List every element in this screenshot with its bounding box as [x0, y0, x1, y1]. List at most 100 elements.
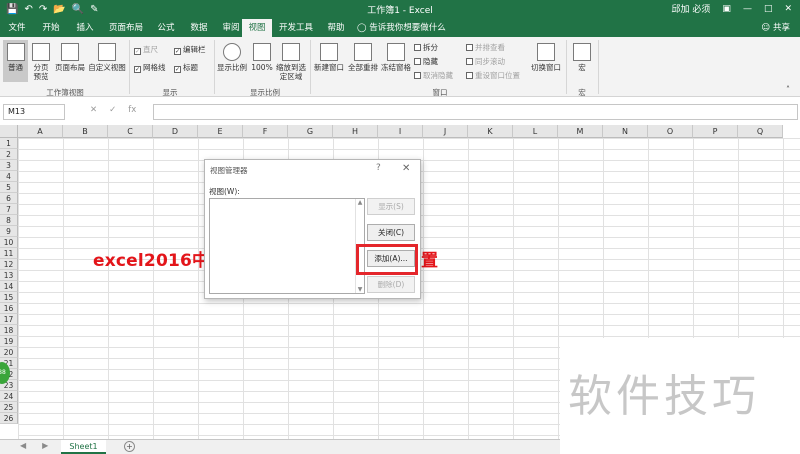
formula-input[interactable] — [153, 104, 798, 120]
enter-icon[interactable]: ✓ — [109, 105, 116, 115]
sheet-tab-sheet1[interactable]: Sheet1 — [61, 440, 106, 454]
unhide-button[interactable]: 取消隐藏 — [414, 71, 453, 80]
share-button[interactable]: ☺ 共享 — [761, 19, 790, 37]
cancel-icon[interactable]: ✕ — [90, 105, 97, 115]
column-header[interactable]: D — [153, 125, 198, 138]
column-header[interactable]: N — [603, 125, 648, 138]
row-header[interactable]: 16 — [0, 303, 18, 314]
row-header[interactable]: 11 — [0, 248, 18, 259]
collapse-ribbon-icon[interactable]: ˄ — [786, 85, 790, 94]
zoom-button[interactable]: 显示比例 — [217, 43, 247, 72]
row-header[interactable]: 19 — [0, 336, 18, 347]
row-header[interactable]: 25 — [0, 402, 18, 413]
row-header[interactable]: 15 — [0, 292, 18, 303]
row-header[interactable]: 6 — [0, 193, 18, 204]
insert-function-icon[interactable]: fx — [128, 105, 136, 115]
column-header[interactable]: K — [468, 125, 513, 138]
formula-bar-checkbox[interactable]: ✓ 编辑栏 — [174, 45, 206, 55]
column-header[interactable]: I — [378, 125, 423, 138]
headings-checkbox[interactable]: ✓ 标题 — [174, 63, 198, 73]
zoom-100-button[interactable]: 100% — [251, 43, 273, 72]
prev-sheet-icon[interactable]: ◀ — [20, 441, 26, 450]
tab-data[interactable]: 数据 — [184, 19, 214, 37]
column-header[interactable]: F — [243, 125, 288, 138]
zoom-selection-label: 缩放到选定区域 — [276, 63, 306, 81]
tab-view[interactable]: 视图 — [242, 19, 272, 37]
macros-icon — [573, 43, 591, 61]
freeze-panes-button[interactable]: 冻结窗格 — [380, 43, 412, 72]
column-header[interactable]: E — [198, 125, 243, 138]
tell-me-box[interactable]: ◯ 告诉我你想要做什么 — [357, 19, 446, 37]
row-header[interactable]: 1 — [0, 138, 18, 149]
help-icon[interactable]: ? — [376, 163, 381, 173]
gridlines-checkbox[interactable]: ✓ 网格线 — [134, 63, 166, 73]
split-button[interactable]: 拆分 — [414, 43, 438, 52]
tab-page-layout[interactable]: 页面布局 — [104, 19, 148, 37]
minimize-icon[interactable]: — — [743, 4, 752, 14]
column-header[interactable]: A — [18, 125, 63, 138]
close-button[interactable]: 关闭(C) — [367, 224, 415, 241]
column-header[interactable]: O — [648, 125, 693, 138]
column-header[interactable]: C — [108, 125, 153, 138]
next-sheet-icon[interactable]: ▶ — [42, 441, 48, 450]
ribbon-display-icon[interactable]: ▣ — [722, 4, 731, 14]
row-header[interactable]: 18 — [0, 325, 18, 336]
maximize-icon[interactable]: □ — [764, 4, 773, 14]
row-header[interactable]: 17 — [0, 314, 18, 325]
views-listbox[interactable]: ▲ ▼ — [209, 198, 365, 294]
row-header[interactable]: 26 — [0, 413, 18, 424]
reset-position-button[interactable]: 重设窗口位置 — [466, 71, 520, 80]
select-all-corner[interactable] — [0, 125, 18, 138]
column-header[interactable]: H — [333, 125, 378, 138]
row-header[interactable]: 14 — [0, 281, 18, 292]
row-header[interactable]: 7 — [0, 204, 18, 215]
user-name[interactable]: 邱加 必须 — [672, 2, 711, 15]
tab-developer[interactable]: 开发工具 — [276, 19, 316, 37]
sync-scroll-button[interactable]: 同步滚动 — [466, 57, 505, 66]
zoom-selection-button[interactable]: 缩放到选定区域 — [275, 43, 307, 81]
name-box[interactable]: M13 — [3, 104, 65, 120]
view-side-by-side-button[interactable]: 并排查看 — [466, 43, 505, 52]
custom-views-button[interactable]: 自定义视图 — [88, 43, 126, 72]
row-header[interactable]: 24 — [0, 391, 18, 402]
row-header[interactable]: 5 — [0, 182, 18, 193]
tab-file[interactable]: 文件 — [2, 19, 32, 37]
row-header[interactable]: 3 — [0, 160, 18, 171]
ruler-checkbox[interactable]: ✓ 直尺 — [134, 45, 158, 55]
row-header[interactable]: 10 — [0, 237, 18, 248]
row-header[interactable]: 9 — [0, 226, 18, 237]
row-header[interactable]: 8 — [0, 215, 18, 226]
macros-button[interactable]: 宏 — [570, 43, 594, 72]
tab-formulas[interactable]: 公式 — [151, 19, 181, 37]
page-break-preview-button[interactable]: 分页预览 — [30, 43, 52, 81]
column-header[interactable]: Q — [738, 125, 783, 138]
page-layout-view-button[interactable]: 页面布局 — [54, 43, 86, 72]
new-window-button[interactable]: 新建窗口 — [313, 43, 345, 72]
row-header[interactable]: 20 — [0, 347, 18, 358]
row-header[interactable]: 2 — [0, 149, 18, 160]
add-sheet-icon[interactable]: + — [124, 441, 135, 452]
column-header[interactable]: L — [513, 125, 558, 138]
column-header[interactable]: J — [423, 125, 468, 138]
tab-insert[interactable]: 插入 — [70, 19, 100, 37]
switch-windows-button[interactable]: 切换窗口 — [530, 43, 562, 72]
tab-home[interactable]: 开始 — [36, 19, 66, 37]
delete-view-button[interactable]: 删除(D) — [367, 276, 415, 293]
scroll-up-icon[interactable]: ▲ — [356, 199, 364, 206]
arrange-all-button[interactable]: 全部重排 — [347, 43, 379, 72]
scroll-down-icon[interactable]: ▼ — [356, 286, 364, 293]
normal-view-button[interactable]: 普通 — [3, 40, 28, 82]
tab-help[interactable]: 帮助 — [322, 19, 350, 37]
row-header[interactable]: 13 — [0, 270, 18, 281]
formula-bar: M13 ✕ ✓ fx — [0, 101, 800, 123]
show-view-button[interactable]: 显示(S) — [367, 198, 415, 215]
column-header[interactable]: M — [558, 125, 603, 138]
close-icon[interactable]: ✕ — [784, 4, 792, 14]
hide-button[interactable]: 隐藏 — [414, 57, 438, 66]
column-header[interactable]: G — [288, 125, 333, 138]
column-header[interactable]: B — [63, 125, 108, 138]
row-header[interactable]: 12 — [0, 259, 18, 270]
column-header[interactable]: P — [693, 125, 738, 138]
close-dialog-icon[interactable]: ✕ — [402, 163, 410, 174]
row-header[interactable]: 4 — [0, 171, 18, 182]
